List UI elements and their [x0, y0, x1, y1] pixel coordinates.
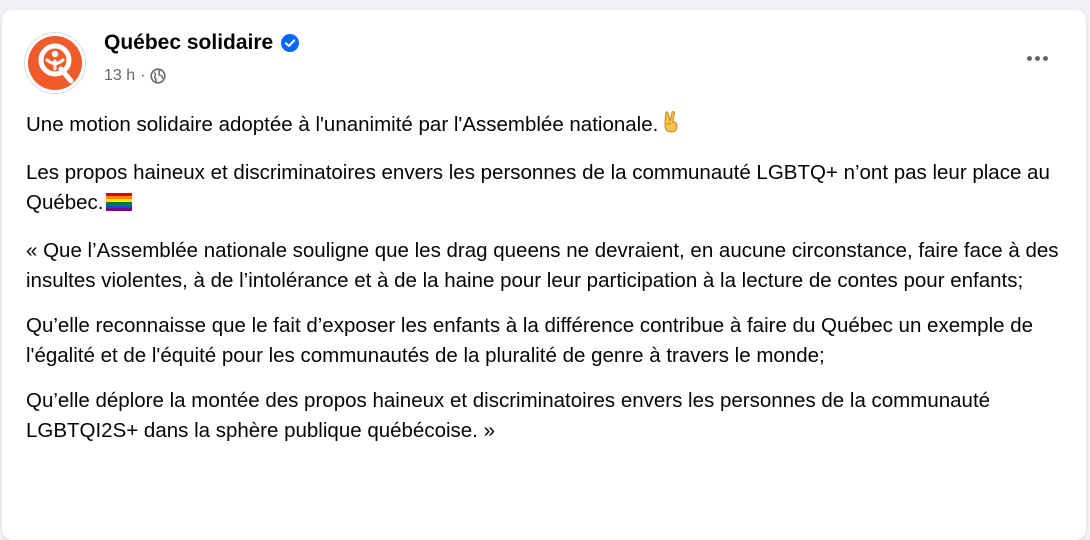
post-paragraph: Qu’elle reconnaisse que le fait d’expose…: [26, 314, 1034, 367]
globe-icon[interactable]: [150, 68, 167, 84]
post-card: Québec solidaire 13 h · Une motion solid…: [2, 10, 1086, 540]
post-paragraph: Qu’elle déplore la montée des propos hai…: [26, 389, 991, 442]
paragraph-text: Une motion solidaire adoptée à l'unanimi…: [26, 113, 659, 136]
page-name[interactable]: Québec solidaire: [104, 31, 300, 55]
victory-hand-emoji: [660, 110, 682, 143]
post-paragraph: « Que l’Assemblée nationale souligne que…: [26, 239, 1059, 292]
post-meta: 13 h ·: [104, 67, 167, 85]
rainbow-flag-emoji: [105, 191, 132, 221]
more-options-icon[interactable]: [1020, 46, 1054, 70]
paragraph-text: Les propos haineux et discriminatoires e…: [26, 161, 1050, 214]
quebec-solidaire-logo: [28, 36, 82, 90]
author-name[interactable]: Québec solidaire: [104, 31, 273, 55]
post-paragraph: Une motion solidaire adoptée à l'unanimi…: [26, 110, 1066, 143]
post-timestamp[interactable]: 13 h: [104, 67, 135, 85]
post-text: Une motion solidaire adoptée à l'unanimi…: [26, 110, 1066, 461]
page-avatar[interactable]: [24, 32, 86, 94]
post-paragraph: Les propos haineux et discriminatoires e…: [26, 158, 1066, 221]
verified-badge-icon: [280, 33, 300, 53]
meta-separator: ·: [140, 67, 146, 84]
